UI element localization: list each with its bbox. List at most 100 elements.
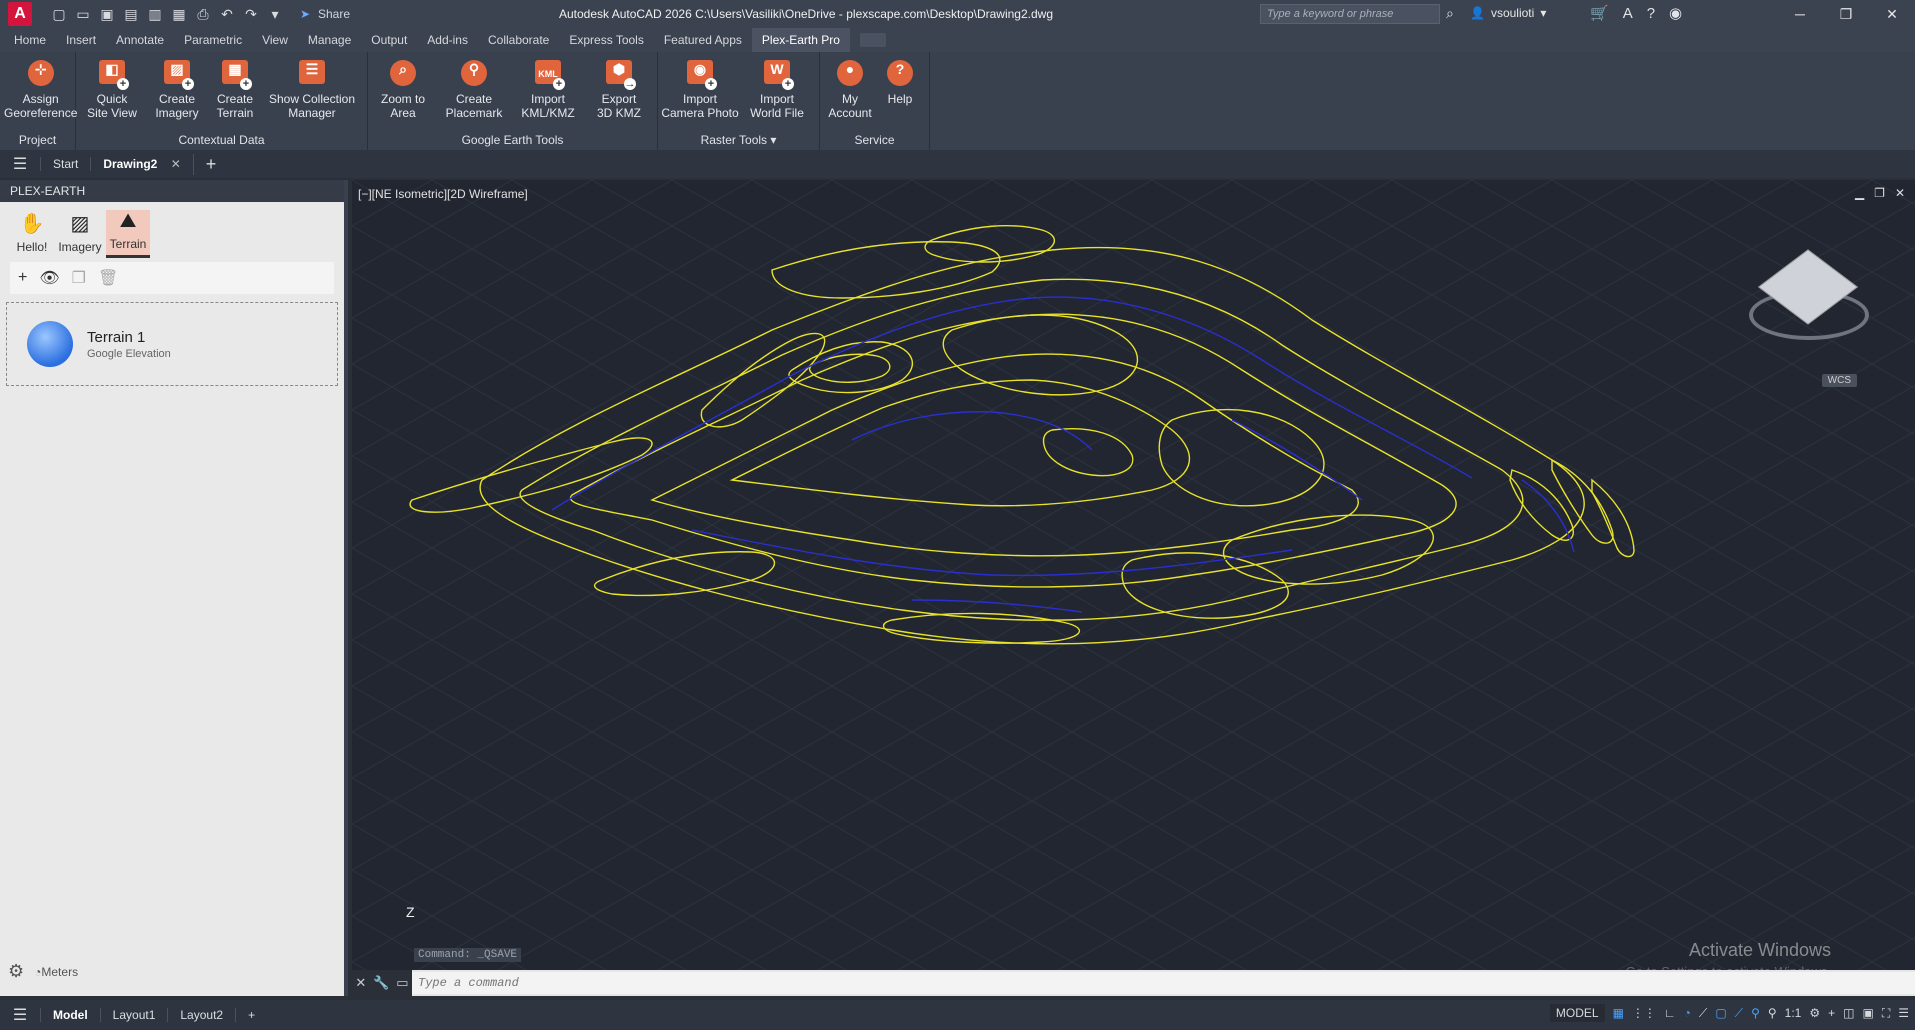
ortho-icon[interactable]: ∟ [1664,1006,1676,1020]
minimize-icon[interactable]: ▁ [1855,186,1864,200]
terrain-contours[interactable] [352,180,1915,996]
tab-collaborate[interactable]: Collaborate [478,28,559,52]
terrain-list-item[interactable]: Terrain 1 Google Elevation [6,302,338,386]
save-icon[interactable]: ▣ [98,6,116,23]
help-button[interactable]: ? Help [880,58,920,132]
open-web-icon[interactable]: ▥ [146,6,164,23]
zoom-to-area-button[interactable]: ⌕ Zoom to Area [368,58,438,132]
minimize-icon[interactable]: ─ [1777,0,1823,28]
model-space-toggle[interactable]: MODEL [1549,1004,1605,1022]
hardware-accel-icon[interactable]: ▣ [1862,1006,1873,1020]
search-icon[interactable]: ⌕ [1446,5,1454,22]
import-camera-photo-button[interactable]: ◉ + Import Camera Photo [658,58,742,132]
close-icon[interactable]: ✕ [1869,0,1915,28]
tab-featured-apps[interactable]: Featured Apps [654,28,752,52]
tab-output[interactable]: Output [361,28,417,52]
customize-icon[interactable]: ☰ [1898,1006,1909,1020]
create-placemark-button[interactable]: ⚲ Create Placemark [438,58,510,132]
import-world-file-button[interactable]: W + Import World File [742,58,812,132]
restore-icon[interactable]: ❐ [1823,0,1869,28]
units-indicator[interactable]: ◔Meters [34,965,78,979]
tab-annotate[interactable]: Annotate [106,28,174,52]
tab-start[interactable]: Start [40,157,90,171]
tab-insert[interactable]: Insert [56,28,106,52]
tab-imagery[interactable]: ▨ Imagery [58,210,102,258]
tab-layout1[interactable]: Layout1 [99,1008,168,1022]
tab-add-ins[interactable]: Add-ins [417,28,478,52]
import-kml-kmz-button[interactable]: KML + Import KML/KMZ [510,58,586,132]
create-imagery-button[interactable]: ▨ + Create Imagery [148,58,206,132]
wcs-menu[interactable]: WCS [1821,374,1857,387]
redo-icon[interactable]: ↷ [242,6,260,23]
tab-manage[interactable]: Manage [298,28,361,52]
create-terrain-button[interactable]: ▦ + Create Terrain [206,58,264,132]
help-circle-icon[interactable]: ? [1647,5,1655,22]
tab-drawing2[interactable]: Drawing2 ✕ [90,157,192,171]
save-as-icon[interactable]: ▤ [122,6,140,23]
export-3d-kmz-button[interactable]: ⬢ → Export 3D KMZ [586,58,652,132]
gear-icon[interactable]: ⚙ [1809,1006,1820,1020]
share-button[interactable]: ➤ Share [296,7,350,21]
isodraft-icon[interactable]: ⟋ [1699,1006,1707,1021]
delete-icon[interactable]: 🗑 [98,268,118,288]
cart-icon[interactable]: 🛒 [1590,4,1609,22]
application-menu-button[interactable]: A [8,2,32,26]
tab-layout2[interactable]: Layout2 [167,1008,235,1022]
tab-express-tools[interactable]: Express Tools [559,28,653,52]
autodesk-app-icon[interactable]: A [1623,5,1633,22]
tab-terrain[interactable]: ⛰ Terrain [106,210,150,258]
drawing-viewport[interactable]: [−][NE Isometric][2D Wireframe] ▁ ❐ ✕ WC… [352,180,1915,996]
tab-model[interactable]: Model [40,1008,100,1022]
fullscreen-icon[interactable]: ⛶ [1882,1006,1890,1021]
customize-chevron-icon[interactable]: ▾ [266,6,284,23]
snap-icon[interactable]: ⋮⋮ [1632,1006,1656,1020]
close-icon[interactable]: ✕ [355,975,366,991]
menu-icon[interactable]: ☰ [0,154,40,174]
restore-icon[interactable]: ❐ [1874,186,1885,200]
show-collection-manager-button[interactable]: ☰ Show Collection Manager [264,58,360,132]
gear-icon[interactable]: ⚙ [8,961,24,982]
my-account-button[interactable]: ● My Account [820,58,880,132]
view-cube[interactable] [1749,249,1869,346]
annotation-scale[interactable]: 1:1 [1785,1006,1802,1020]
visibility-icon[interactable]: 👁 [39,268,59,288]
ribbon-tabs: Home Insert Annotate Parametric View Man… [0,28,1915,52]
grid-icon[interactable]: ▦ [1613,1006,1624,1020]
tab-view[interactable]: View [252,28,298,52]
feedback-icon[interactable]: ◉ [1669,4,1682,22]
tab-hello[interactable]: ✋ Hello! [10,210,54,258]
tab-parametric[interactable]: Parametric [174,28,252,52]
new-layout-button[interactable]: + [235,1008,267,1022]
wrench-icon[interactable]: 🔧 [373,975,389,991]
command-prompt-icon[interactable]: ▭ [396,975,408,991]
raster-tools-dropdown[interactable]: Raster Tools ▾ [658,132,819,150]
quick-site-view-button[interactable]: ◧ + Quick Site View [76,58,148,132]
plot-icon[interactable]: ▦ [170,6,188,23]
command-input[interactable] [412,972,1915,994]
duplicate-icon[interactable]: ❐ [72,268,86,288]
menu-icon[interactable]: ☰ [0,1005,40,1025]
open-folder-icon[interactable]: ▭ [74,6,92,23]
new-file-icon[interactable]: ▢ [50,6,68,23]
osnap-track-icon[interactable]: ⟋ [1735,1006,1743,1021]
tab-home[interactable]: Home [4,28,56,52]
autoscale-icon[interactable]: ⚲ [1768,1006,1777,1020]
search-input[interactable]: Type a keyword or phrase [1260,4,1440,24]
assign-georeference-button[interactable]: ⊹ Assign Georeference [0,58,81,132]
ribbon-options-button[interactable] [859,33,886,47]
polar-icon[interactable]: ◔ [1684,1006,1691,1020]
new-tab-button[interactable]: + [192,153,229,175]
user-account[interactable]: 👤 vsoulioti ▾ [1470,6,1546,20]
undo-icon[interactable]: ↶ [218,6,236,23]
kmz-export-icon: ⬢ [612,61,626,77]
add-icon[interactable]: + [18,269,27,287]
print-icon[interactable]: ⎙ [194,6,212,23]
tab-plex-earth-pro[interactable]: Plex-Earth Pro [751,28,850,52]
viewport-controls-label[interactable]: [−][NE Isometric][2D Wireframe] [358,187,528,201]
isolate-objects-icon[interactable]: ◫ [1843,1006,1854,1020]
plus-icon[interactable]: + [1828,1006,1835,1020]
close-icon[interactable]: ✕ [1895,186,1905,200]
annotation-visibility-icon[interactable]: ⚲ [1751,1006,1760,1020]
osnap-icon[interactable]: ▢ [1715,1006,1726,1020]
close-icon[interactable]: ✕ [171,157,181,171]
